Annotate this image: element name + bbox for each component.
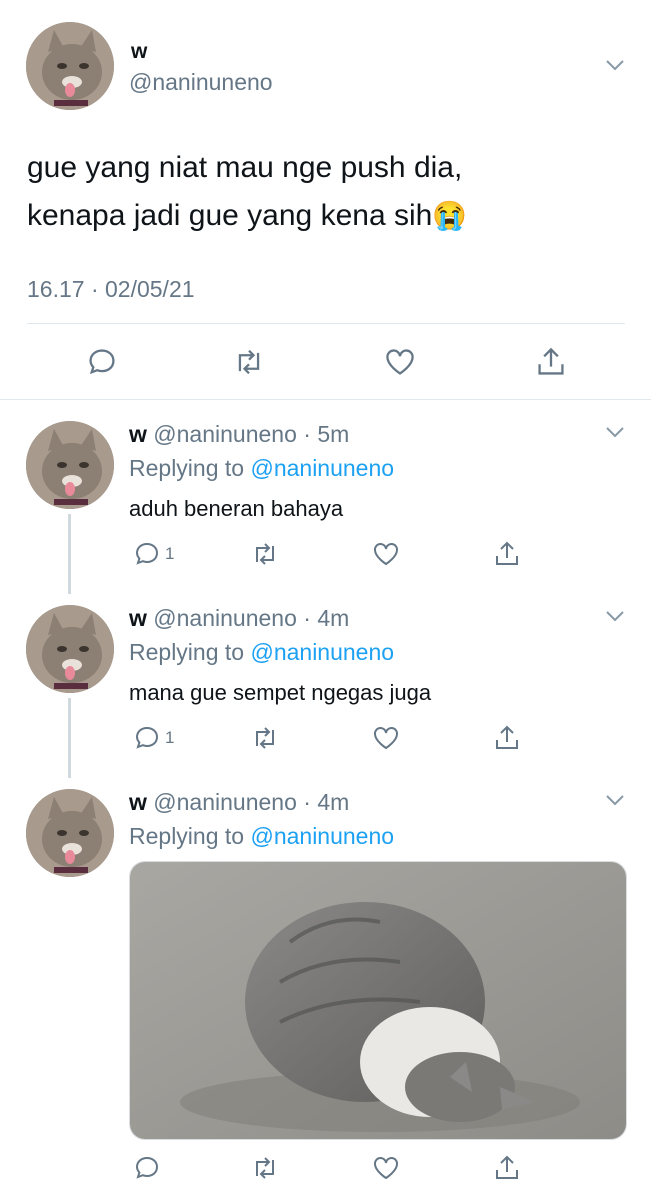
heart-icon[interactable]	[384, 346, 416, 378]
handle[interactable]: @naninuneno	[129, 69, 273, 96]
replying-to-label: Replying to	[129, 455, 245, 481]
reply-header: w @naninuneno · 4m	[129, 605, 349, 632]
heart-icon[interactable]	[372, 1154, 400, 1182]
avatar[interactable]	[26, 605, 114, 693]
replying-to-handle[interactable]: @naninuneno	[250, 455, 394, 481]
heart-icon[interactable]	[372, 724, 400, 752]
chevron-down-icon[interactable]	[604, 605, 626, 627]
retweet-icon[interactable]	[250, 724, 280, 752]
chevron-down-icon[interactable]	[604, 789, 626, 811]
reply-age[interactable]: · 5m	[303, 421, 349, 447]
display-name[interactable]: w	[129, 421, 147, 447]
reply-age[interactable]: · 4m	[303, 789, 349, 815]
handle[interactable]: @naninuneno	[153, 421, 297, 447]
chevron-down-icon[interactable]	[604, 421, 626, 443]
replying-to: Replying to @naninuneno	[129, 639, 394, 666]
share-icon[interactable]	[493, 1154, 521, 1182]
retweet-icon[interactable]	[232, 346, 266, 378]
thread-line	[68, 698, 71, 778]
retweet-icon[interactable]	[250, 540, 280, 568]
display-name[interactable]: w	[129, 789, 147, 815]
display-name[interactable]: w	[129, 605, 147, 631]
reply-text: mana gue sempet ngegas juga	[129, 680, 432, 705]
replying-to-label: Replying to	[129, 823, 245, 849]
tweet-text-line: kenapa jadi gue yang kena sih	[27, 199, 433, 232]
tweet-text-line: gue yang niat mau nge push dia,	[27, 151, 463, 184]
divider	[27, 323, 625, 324]
replying-to-handle[interactable]: @naninuneno	[250, 639, 394, 665]
avatar[interactable]	[26, 421, 114, 509]
reply-icon[interactable]	[133, 724, 161, 752]
reply-count: 1	[165, 544, 175, 563]
divider	[0, 399, 651, 400]
avatar[interactable]	[26, 22, 114, 110]
reply-icon[interactable]	[133, 540, 161, 568]
reply-header: w @naninuneno · 5m	[129, 421, 349, 448]
reply-age[interactable]: · 4m	[303, 605, 349, 631]
media-photo[interactable]	[129, 861, 627, 1140]
reply-count: 1	[165, 728, 175, 747]
share-icon[interactable]	[493, 724, 521, 752]
heart-icon[interactable]	[372, 540, 400, 568]
reply-header: w @naninuneno · 4m	[129, 789, 349, 816]
crying-emoji: 😭	[432, 200, 468, 231]
thread-line	[68, 514, 71, 594]
reply-icon[interactable]	[86, 346, 118, 378]
timestamp[interactable]: 16.17 · 02/05/21	[27, 276, 195, 303]
avatar[interactable]	[26, 789, 114, 877]
retweet-icon[interactable]	[250, 1154, 280, 1182]
handle[interactable]: @naninuneno	[153, 605, 297, 631]
handle[interactable]: @naninuneno	[153, 789, 297, 815]
chevron-down-icon[interactable]	[604, 54, 626, 76]
share-icon[interactable]	[535, 346, 567, 378]
tweet-text: gue yang niat mau nge push dia, kenapa j…	[27, 144, 467, 240]
replying-to: Replying to @naninuneno	[129, 823, 394, 850]
replying-to-label: Replying to	[129, 639, 245, 665]
replying-to: Replying to @naninuneno	[129, 455, 394, 482]
display-name[interactable]: w	[131, 40, 147, 64]
share-icon[interactable]	[493, 540, 521, 568]
replying-to-handle[interactable]: @naninuneno	[250, 823, 394, 849]
reply-text: aduh beneran bahaya	[129, 496, 344, 521]
tweet-text-line: kenapa jadi gue yang kena sih😭	[27, 192, 467, 240]
reply-icon[interactable]	[133, 1154, 161, 1182]
